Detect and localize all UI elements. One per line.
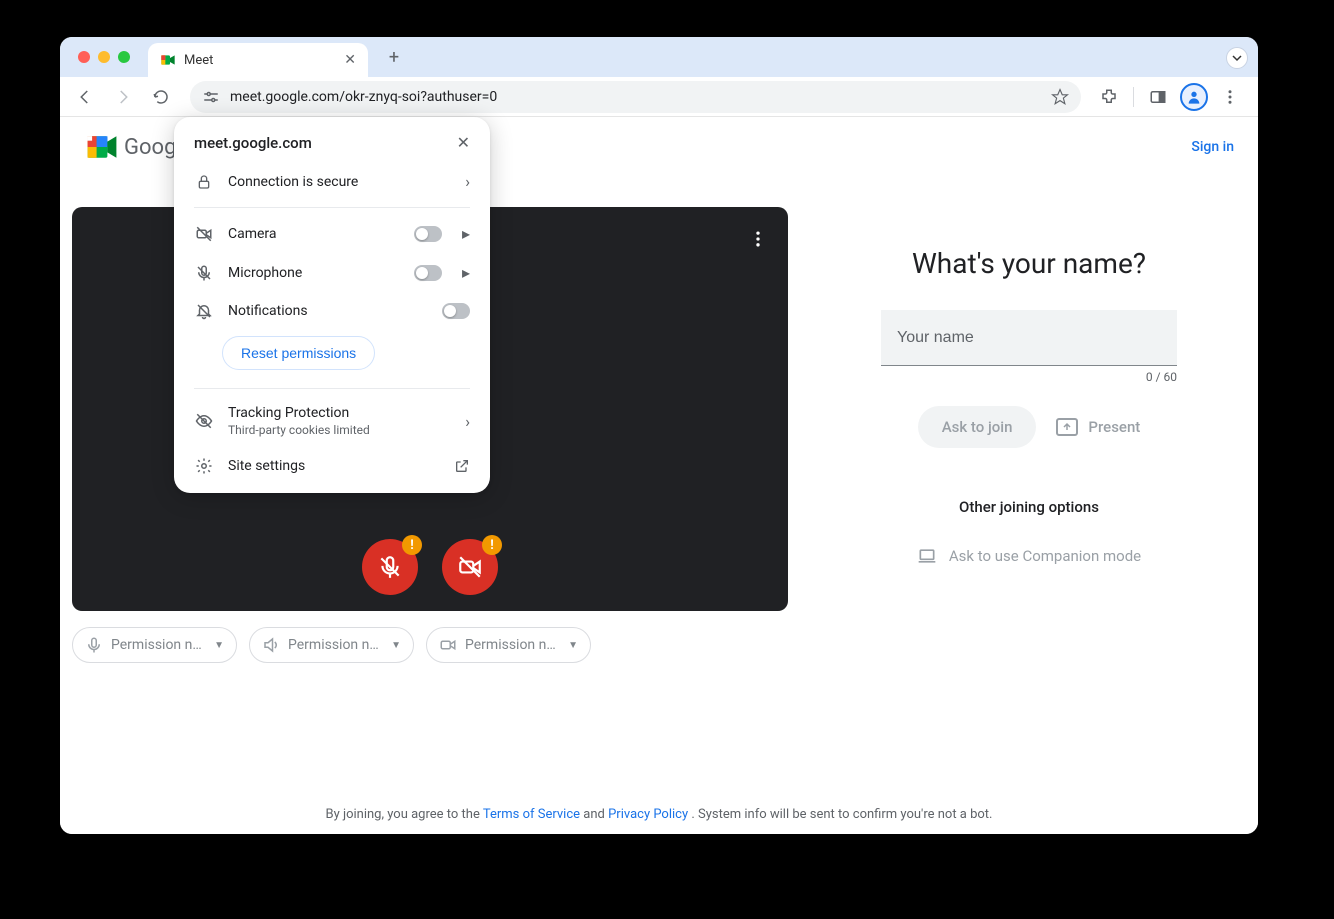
notifications-permission-row: Notifications [174, 292, 490, 330]
separator [194, 388, 470, 389]
microphone-permission-row: Microphone ▸ [174, 253, 490, 292]
tos-link[interactable]: Terms of Service [483, 807, 580, 822]
separator [194, 207, 470, 208]
notifications-toggle[interactable] [442, 303, 470, 319]
browser-menu-button[interactable] [1214, 81, 1246, 113]
mic-alert-badge: ! [402, 535, 422, 555]
camera-toggle[interactable] [414, 226, 442, 242]
name-input[interactable] [881, 310, 1177, 366]
forward-button[interactable] [106, 80, 140, 114]
companion-mode-button[interactable]: Ask to use Companion mode [917, 546, 1141, 566]
ask-to-join-button[interactable]: Ask to join [918, 406, 1037, 448]
chevron-down-icon: ▼ [568, 640, 578, 651]
privacy-link[interactable]: Privacy Policy [608, 807, 688, 822]
present-button[interactable]: Present [1056, 418, 1140, 436]
back-button[interactable] [68, 80, 102, 114]
sign-in-link[interactable]: Sign in [1191, 139, 1234, 155]
char-count: 0 / 60 [1146, 370, 1177, 384]
browser-window: Meet ✕ + meet.google.com/okr-znyq-soi?au… [60, 37, 1258, 834]
tab-search-button[interactable] [1226, 47, 1248, 69]
name-question: What's your name? [912, 247, 1146, 280]
mic-permission-chip[interactable]: Permission ne… ▼ [72, 627, 237, 663]
tab-meet[interactable]: Meet ✕ [148, 43, 368, 77]
connection-secure-row[interactable]: Connection is secure › [174, 162, 490, 201]
address-bar[interactable]: meet.google.com/okr-znyq-soi?authuser=0 [190, 81, 1081, 113]
popover-close-button[interactable]: ✕ [457, 133, 470, 152]
permission-chips: Permission ne… ▼ Permission ne… ▼ Permis… [72, 627, 812, 663]
reload-button[interactable] [144, 80, 178, 114]
chevron-down-icon: ▼ [214, 640, 224, 651]
bookmark-button[interactable] [1051, 88, 1069, 106]
chevron-right-icon: › [465, 412, 470, 431]
meet-favicon-icon [160, 52, 176, 68]
close-window-button[interactable] [78, 51, 90, 63]
popover-site: meet.google.com [194, 134, 312, 152]
mic-toggle-button[interactable]: ! [362, 539, 418, 595]
new-tab-button[interactable]: + [380, 43, 408, 71]
tracking-protection-row[interactable]: Tracking Protection Third-party cookies … [174, 395, 490, 447]
chevron-right-icon[interactable]: ▸ [462, 263, 470, 282]
camera-permission-chip[interactable]: Permission ne… ▼ [426, 627, 591, 663]
site-info-button[interactable] [202, 88, 220, 106]
sidepanel-button[interactable] [1142, 81, 1174, 113]
microphone-off-icon [194, 264, 214, 282]
other-options-label: Other joining options [959, 498, 1099, 516]
microphone-icon [85, 636, 103, 654]
url-text: meet.google.com/okr-znyq-soi?authuser=0 [230, 89, 1041, 105]
maximize-window-button[interactable] [118, 51, 130, 63]
speaker-permission-chip[interactable]: Permission ne… ▼ [249, 627, 414, 663]
gear-icon [194, 457, 214, 475]
meet-logo-icon [84, 129, 120, 165]
tab-bar: Meet ✕ + [60, 37, 1258, 77]
site-info-popover: meet.google.com ✕ Connection is secure ›… [174, 117, 490, 493]
toolbar-separator [1133, 87, 1134, 107]
camera-alert-badge: ! [482, 535, 502, 555]
chevron-right-icon: › [465, 172, 470, 191]
preview-more-button[interactable] [748, 229, 768, 249]
microphone-toggle[interactable] [414, 265, 442, 281]
site-settings-row[interactable]: Site settings [174, 447, 490, 485]
camera-icon [439, 636, 457, 654]
bell-off-icon [194, 302, 214, 320]
chevron-right-icon[interactable]: ▸ [462, 224, 470, 243]
profile-button[interactable] [1178, 81, 1210, 113]
reset-permissions-button[interactable]: Reset permissions [222, 336, 375, 370]
tab-close-button[interactable]: ✕ [344, 52, 356, 68]
lock-icon [194, 174, 214, 190]
window-controls [70, 51, 138, 63]
browser-toolbar: meet.google.com/okr-znyq-soi?authuser=0 [60, 77, 1258, 117]
speaker-icon [262, 636, 280, 654]
footer-text: By joining, you agree to the Terms of Se… [60, 807, 1258, 822]
camera-off-icon [194, 225, 214, 243]
present-icon [1056, 418, 1078, 436]
open-external-icon [454, 458, 470, 474]
camera-permission-row: Camera ▸ [174, 214, 490, 253]
extensions-button[interactable] [1093, 81, 1125, 113]
minimize-window-button[interactable] [98, 51, 110, 63]
eye-off-icon [194, 412, 214, 430]
laptop-icon [917, 546, 937, 566]
chevron-down-icon: ▼ [391, 640, 401, 651]
camera-toggle-button[interactable]: ! [442, 539, 498, 595]
tab-title: Meet [184, 53, 213, 68]
